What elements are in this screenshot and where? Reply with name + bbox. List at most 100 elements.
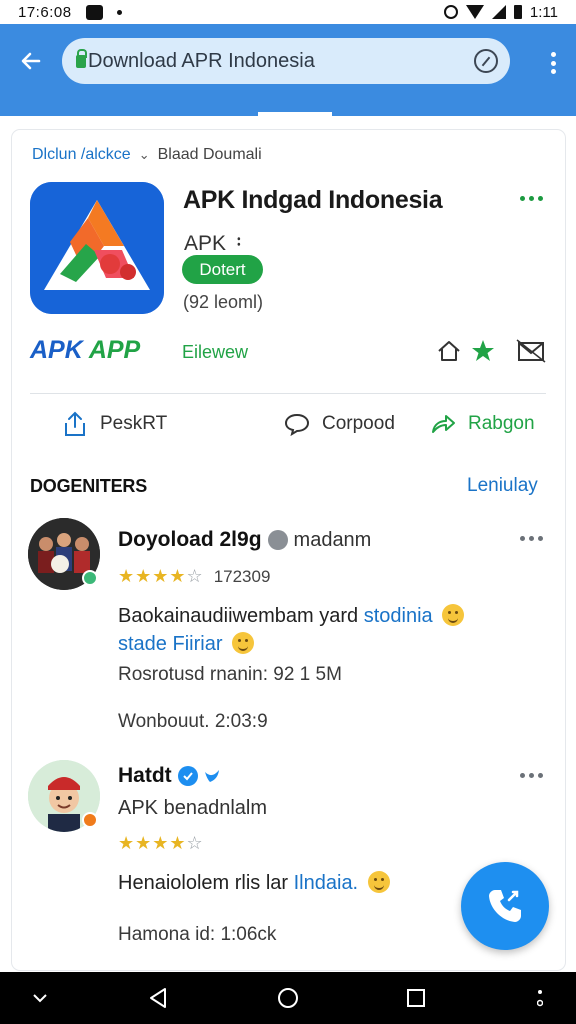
rating-count: 172309	[213, 566, 271, 586]
overflow-menu-button[interactable]	[550, 52, 556, 74]
chevron-down-icon: ⌄	[138, 147, 150, 162]
browser-toolbar: Download APR Indonesia	[0, 24, 576, 116]
more-dot-icon	[529, 773, 534, 778]
compass-icon[interactable]	[474, 49, 498, 73]
review-more-button[interactable]	[520, 773, 543, 778]
status-time: 17:6:08	[18, 3, 72, 21]
recents-square-icon	[407, 989, 425, 1007]
breadcrumb-parent-link[interactable]: Dlclun /alckce	[32, 146, 131, 164]
alarm-icon	[443, 5, 458, 19]
more-dot-icon	[520, 196, 525, 201]
notification-app-icon	[85, 4, 103, 20]
reviewer-name: Doyoload 2l9g madanm	[118, 528, 371, 552]
share-label: PeskRT	[100, 413, 168, 434]
comment-button[interactable]: Corpood	[284, 408, 395, 440]
share-button[interactable]: PeskRT	[62, 408, 167, 440]
review-text-line: Baokainaudiiwembam yard	[118, 605, 359, 627]
battery-icon	[513, 5, 522, 19]
lock-icon	[76, 48, 87, 68]
notification-dot-icon	[116, 9, 122, 15]
review-link[interactable]: Eilewew	[182, 342, 248, 363]
nav-recents-button[interactable]	[404, 986, 428, 1010]
tab-handle[interactable]	[258, 112, 332, 122]
nav-home-button[interactable]	[276, 986, 300, 1010]
breadcrumb-current: Blaad Doumali	[157, 146, 262, 163]
review-text: Baokainaudiiwembam yard stodinia	[118, 604, 465, 628]
more-dot-icon	[538, 536, 543, 541]
menu-dot-icon	[550, 69, 556, 74]
status-icons: 1:11	[443, 3, 558, 21]
smile-emoji-icon	[367, 871, 390, 893]
url-field[interactable]: Download APR Indonesia	[62, 38, 510, 84]
star-icon[interactable]	[470, 338, 496, 364]
comment-label: Corpood	[322, 413, 395, 434]
info-icon	[267, 530, 288, 550]
share-icon	[65, 411, 85, 436]
brand-label: APK APP	[30, 336, 140, 365]
reviewer-name-text: Doyoload 2l9g	[118, 528, 262, 551]
more-dot-icon	[529, 196, 534, 201]
url-text: Download APR Indonesia	[88, 49, 315, 72]
review-meta: Rosrotusd rnanin: 92 1 5M	[118, 664, 342, 685]
phone-icon	[489, 890, 521, 922]
back-button[interactable]	[14, 44, 48, 78]
nav-menu-button[interactable]	[528, 986, 552, 1010]
smile-emoji-icon	[442, 604, 465, 626]
system-nav-bar	[0, 972, 576, 1024]
wink-emoji-icon	[232, 632, 255, 654]
badge-icon	[82, 812, 98, 828]
review-text-2: stade Fiiriar	[118, 632, 255, 656]
bird-icon	[204, 770, 219, 782]
comment-icon	[284, 413, 310, 436]
review-text-highlight[interactable]: stade Fiiriar	[118, 633, 222, 655]
status-bar: 17:6:08 1:11	[0, 0, 576, 24]
breadcrumb: Dlclun /alckce ⌄ Blaad Doumali	[32, 146, 262, 164]
app-logo[interactable]	[30, 182, 164, 314]
more-dot-icon	[538, 773, 543, 778]
chevron-down-icon	[33, 994, 47, 1003]
review-meta: Hamona id: 1:06ck	[118, 924, 277, 945]
star-rating: ★★★★☆	[118, 833, 204, 854]
more-dot-icon	[529, 536, 534, 541]
rating-stars-icon: ★★★★☆	[118, 566, 204, 586]
mail-icon[interactable]	[516, 338, 546, 364]
reviewer-handle: madanm	[293, 528, 372, 551]
review-timestamp: Wonbouut. 2:03:9	[118, 711, 268, 732]
call-fab-button[interactable]	[461, 862, 549, 950]
star-rating: ★★★★☆ 172309	[118, 566, 270, 587]
app-title: APK Indgad Indonesia	[183, 186, 443, 214]
review-text: Henaiololem rlis lar Ilndaia.	[118, 871, 390, 895]
status-clock: 1:11	[529, 3, 558, 21]
back-arrow-icon	[21, 52, 41, 70]
brand-label-apk: APK	[30, 336, 83, 364]
menu-dot-icon	[550, 60, 556, 66]
review-more-button[interactable]	[520, 536, 543, 541]
app-subtitle: APK ᠄	[184, 232, 241, 255]
more-dot-icon	[520, 536, 525, 541]
reviewer-name-text: Hatdt	[118, 764, 172, 787]
wifi-icon	[465, 5, 484, 19]
more-dot-icon	[538, 196, 543, 201]
online-badge-icon	[82, 570, 98, 586]
reshare-label: Rabgon	[468, 413, 535, 434]
verified-icon	[177, 766, 198, 786]
reshare-button[interactable]: Rabgon	[430, 408, 535, 440]
reviewer-handle: APK benadnlalm	[118, 797, 267, 819]
home-icon[interactable]	[436, 338, 462, 364]
more-dot-icon	[520, 773, 525, 778]
app-review-count: (92 leoml)	[183, 292, 264, 312]
nav-back-button[interactable]	[146, 986, 170, 1010]
review-text-highlight[interactable]: stodinia	[364, 605, 433, 627]
rating-stars-icon: ★★★★☆	[118, 833, 204, 853]
reviewer-name: Hatdt	[118, 764, 220, 788]
vertical-dots-icon	[537, 990, 543, 1007]
home-circle-icon	[278, 988, 298, 1008]
section-see-all-link[interactable]: Leniulay	[467, 475, 538, 497]
nav-collapse-button[interactable]	[28, 986, 52, 1010]
install-button[interactable]: Dotert	[182, 255, 263, 284]
app-more-button[interactable]	[520, 196, 543, 201]
signal-icon	[491, 5, 506, 19]
reshare-icon	[432, 415, 455, 433]
brand-label-app: APP	[88, 336, 141, 364]
review-text-highlight[interactable]: Ilndaia.	[294, 872, 359, 894]
